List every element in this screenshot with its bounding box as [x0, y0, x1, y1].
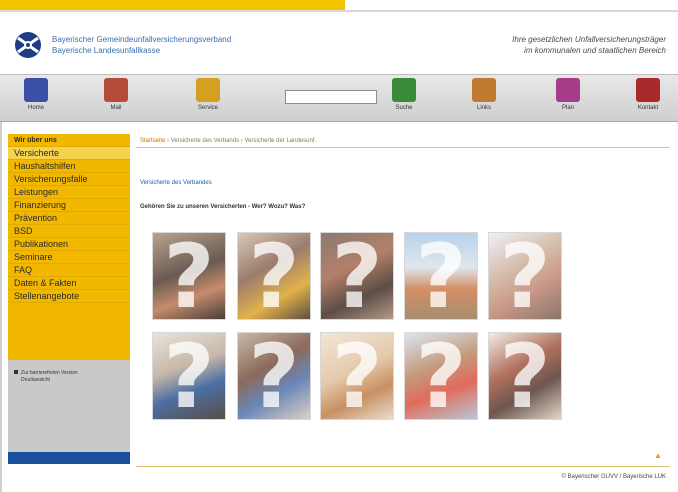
page: Bayerischer Gemeindeunfallversicherungsv… — [0, 0, 678, 492]
slogan: Ihre gesetzlichen Unfallversicherungsträ… — [406, 34, 666, 56]
question-mark-icon: ? — [163, 332, 215, 420]
search-input[interactable] — [285, 90, 377, 104]
top-accent-bar — [0, 0, 345, 10]
breadcrumb-item-verband[interactable]: Versicherte des Verbands — [171, 138, 239, 144]
question-mark-icon: ? — [499, 232, 551, 320]
sidebar-item-leistungen[interactable]: Leistungen — [8, 186, 130, 199]
organization-name[interactable]: Bayerischer Gemeindeunfallversicherungsv… — [52, 34, 231, 56]
question-mark-icon: ? — [331, 332, 383, 420]
question-mark-icon: ? — [331, 232, 383, 320]
question-mark-icon: ? — [415, 332, 467, 420]
intro-question: Gehören Sie zu unseren Versicherten - We… — [140, 204, 306, 210]
slogan-line1: Ihre gesetzlichen Unfallversicherungsträ… — [512, 35, 666, 44]
sidebar-item-publikationen[interactable]: Publikationen — [8, 238, 130, 251]
accessibility-link[interactable]: Zur barrierefreien Version — [14, 370, 124, 377]
sidebar-item-daten-fakten[interactable]: Daten & Fakten — [8, 277, 130, 290]
photo-tile[interactable]: ? — [488, 332, 562, 420]
toolbar-home-button[interactable]: Home — [14, 78, 58, 120]
slogan-line2: im kommunalen und staatlichen Bereich — [524, 46, 666, 55]
mail-icon — [104, 78, 128, 102]
copyright: © Bayerischer GUVV / Bayerische LUK — [561, 474, 666, 480]
toolbar-contact-button[interactable]: Kontakt — [626, 78, 670, 120]
toolbar-mail-label: Mail — [110, 105, 122, 111]
photo-tile[interactable]: ? — [320, 332, 394, 420]
org-name-line1: Bayerischer Gemeindeunfallversicherungsv… — [52, 35, 232, 44]
toolbar-plan-button[interactable]: Plan — [546, 78, 590, 120]
photo-tile[interactable]: ? — [152, 332, 226, 420]
toolbar-contact-label: Kontakt — [637, 105, 659, 111]
sidebar-item-wir-ueber-uns[interactable]: Wir über uns — [8, 134, 130, 147]
sidebar-item-praevention[interactable]: Prävention — [8, 212, 130, 225]
search-icon — [392, 78, 416, 102]
photo-tile[interactable]: ? — [404, 332, 478, 420]
photo-tile[interactable]: ? — [237, 232, 311, 320]
question-mark-icon: ? — [499, 332, 551, 420]
sidebar-item-faq[interactable]: FAQ — [8, 264, 130, 277]
footer-divider — [136, 466, 670, 467]
sidebar-item-seminare[interactable]: Seminare — [8, 251, 130, 264]
toolbar-links-label: Links — [476, 105, 491, 111]
toolbar-search-button[interactable]: Suche — [382, 78, 426, 120]
toolbar-service-label: Service — [197, 105, 218, 111]
page-left-border — [0, 122, 2, 492]
org-name-line2: Bayerische Landesunfallkasse — [52, 46, 161, 55]
plan-icon — [556, 78, 580, 102]
sidebar-bottom-bar — [8, 452, 130, 464]
breadcrumb-item-landesunfallkasse[interactable]: Versicherte der Landesunf. — [244, 138, 316, 144]
photo-grid: ? ? ? ? ? ? ? ? ? ? — [152, 232, 568, 422]
breadcrumb-item-home[interactable]: Startseite — [140, 138, 165, 144]
toolbar-service-button[interactable]: Service — [186, 78, 230, 120]
sidebar-item-bsd[interactable]: BSD — [8, 225, 130, 238]
toolbar-mail-button[interactable]: Mail — [94, 78, 138, 120]
toolbar-home-label: Home — [27, 105, 44, 111]
print-view-link[interactable]: Druckansicht — [14, 377, 124, 384]
sidebar-item-haushaltshilfen[interactable]: Haushaltshilfen — [8, 160, 130, 173]
phone-icon — [636, 78, 660, 102]
question-mark-icon: ? — [415, 232, 467, 320]
links-icon — [472, 78, 496, 102]
toolbar: Home Mail Service Suche Links Plan Konta… — [0, 74, 678, 122]
toolbar-search-label: Suche — [395, 105, 413, 111]
bullet-icon — [14, 370, 18, 374]
sidebar-item-finanzierung[interactable]: Finanzierung — [8, 199, 130, 212]
sidebar-item-stellenangebote[interactable]: Stellenangebote — [8, 290, 130, 303]
sidebar-note: Zur barrierefreien Version Druckansicht — [14, 370, 124, 384]
toolbar-links-button[interactable]: Links — [462, 78, 506, 120]
service-icon — [196, 78, 220, 102]
sidebar-item-versicherungsfalle[interactable]: Versicherungsfalle — [8, 173, 130, 186]
question-mark-icon: ? — [248, 332, 300, 420]
sidebar-nav: Wir über uns Versicherte Haushaltshilfen… — [8, 134, 130, 360]
sidebar: Wir über uns Versicherte Haushaltshilfen… — [8, 134, 130, 464]
question-mark-icon: ? — [248, 232, 300, 320]
photo-tile[interactable]: ? — [320, 232, 394, 320]
main-content: Startseite › Versicherte des Verbands › … — [136, 134, 670, 486]
toolbar-plan-label: Plan — [561, 105, 574, 111]
photo-tile[interactable]: ? — [404, 232, 478, 320]
photo-tile[interactable]: ? — [488, 232, 562, 320]
breadcrumb: Startseite › Versicherte des Verbands › … — [136, 134, 670, 148]
home-icon — [24, 78, 48, 102]
question-mark-icon: ? — [163, 232, 215, 320]
site-header: Bayerischer Gemeindeunfallversicherungsv… — [0, 12, 678, 74]
back-to-top-icon[interactable]: ▲ — [654, 452, 662, 460]
section-title: Versicherte des Verbandes — [140, 180, 212, 186]
accessibility-link-text: Zur barrierefreien Version — [21, 370, 78, 376]
logo-icon[interactable] — [10, 30, 46, 60]
sidebar-item-versicherte[interactable]: Versicherte — [8, 147, 130, 160]
photo-tile[interactable]: ? — [237, 332, 311, 420]
photo-tile[interactable]: ? — [152, 232, 226, 320]
